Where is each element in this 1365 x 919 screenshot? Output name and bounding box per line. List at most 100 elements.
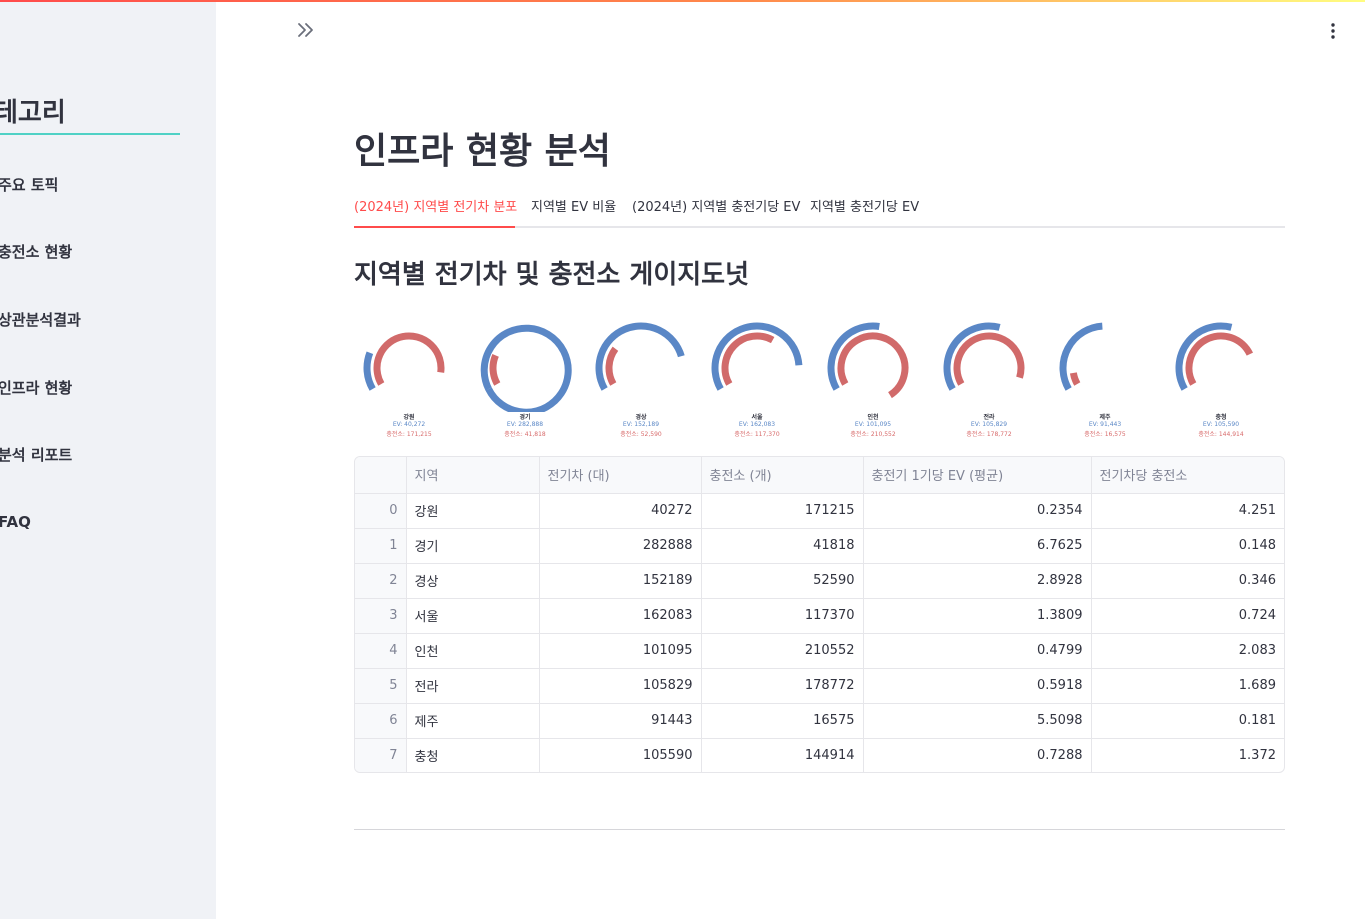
header-charger-per-ev[interactable]: 전기차당 충전소	[1091, 457, 1284, 494]
tab-ev-per-charger-2024[interactable]: (2024년) 지역별 충전기당 EV	[632, 196, 800, 215]
cell-charger-per-ev[interactable]: 0.148	[1091, 528, 1284, 564]
donut-ev-value: EV: 105,829	[970, 421, 1008, 428]
cell-ev-count[interactable]: 105590	[539, 738, 702, 772]
donut-ev-value: EV: 91,443	[1088, 421, 1122, 428]
donut-ev-value: EV: 162,083	[738, 421, 776, 428]
cell-charger-per-ev[interactable]: 1.372	[1091, 738, 1284, 772]
cell-region[interactable]: 전라	[406, 668, 540, 704]
cell-ev-per-charger[interactable]: 2.8928	[863, 563, 1092, 599]
cell-charger-count[interactable]: 144914	[701, 738, 864, 772]
cell-ev-per-charger[interactable]: 5.5098	[863, 703, 1092, 739]
sidebar-title-underline	[0, 133, 180, 135]
cell-charger-per-ev[interactable]: 1.689	[1091, 668, 1284, 704]
cell-charger-count[interactable]: 16575	[701, 703, 864, 739]
cell-charger-per-ev[interactable]: 0.346	[1091, 563, 1284, 599]
table-row: 7 충청 105590 144914 0.7288 1.372	[355, 738, 1284, 772]
table-row: 4 인천 101095 210552 0.4799 2.083	[355, 633, 1284, 669]
donut-label: 인천	[867, 414, 879, 421]
cell-charger-count[interactable]: 117370	[701, 598, 864, 634]
cell-region[interactable]: 충청	[406, 738, 540, 772]
vertical-ellipsis-icon[interactable]	[1324, 20, 1342, 42]
gauge-donut-chart: 강원 EV: 40,272 충전소: 171,215 경기 EV: 282,88…	[354, 318, 1284, 444]
row-index: 2	[355, 563, 407, 599]
table-row: 0 강원 40272 171215 0.2354 4.251	[355, 493, 1284, 529]
header-ev-count[interactable]: 전기차 (대)	[539, 457, 702, 494]
donut-label: 강원	[403, 414, 415, 421]
cell-ev-per-charger[interactable]: 1.3809	[863, 598, 1092, 634]
page-title: 인프라 현황 분석	[354, 131, 611, 172]
sidebar-item-topics[interactable]: 주요 토픽	[0, 174, 58, 195]
cell-ev-count[interactable]: 105829	[539, 668, 702, 704]
donut-jeolla: 전라 EV: 105,829 충전소: 178,772	[934, 318, 1044, 444]
cell-charger-count[interactable]: 41818	[701, 528, 864, 564]
header-charger-count[interactable]: 충전소 (개)	[701, 457, 864, 494]
cell-charger-count[interactable]: 210552	[701, 633, 864, 669]
cell-ev-per-charger[interactable]: 0.7288	[863, 738, 1092, 772]
donut-charger-arc	[953, 332, 1025, 386]
tab-ev-per-charger[interactable]: 지역별 충전기당 EV	[810, 196, 919, 215]
sidebar-item-report[interactable]: 분석 리포트	[0, 444, 72, 465]
cell-ev-per-charger[interactable]: 0.5918	[863, 668, 1092, 704]
cell-charger-per-ev[interactable]: 0.724	[1091, 598, 1284, 634]
sidebar-item-faq[interactable]: FAQ	[0, 513, 31, 531]
donut-charger-arc	[837, 332, 909, 399]
donut-ev-arc	[363, 351, 376, 391]
tab-ev-ratio[interactable]: 지역별 EV 비율	[531, 196, 616, 215]
donut-label: 전라	[983, 414, 995, 421]
row-index: 6	[355, 703, 407, 739]
cell-region[interactable]: 서울	[406, 598, 540, 634]
donut-charger-value: 충전소: 144,914	[1198, 431, 1244, 438]
sidebar-item-correlation[interactable]: 상관분석결과	[0, 309, 81, 330]
cell-region[interactable]: 인천	[406, 633, 540, 669]
sidebar-item-infrastructure[interactable]: 인프라 현황	[0, 377, 72, 398]
donut-gangwon: 강원 EV: 40,272 충전소: 171,215	[354, 318, 464, 444]
donut-charger-arc	[489, 354, 501, 386]
header-ev-per-charger[interactable]: 충전기 1기당 EV (평균)	[863, 457, 1092, 494]
row-index: 4	[355, 633, 407, 669]
double-chevron-right-icon[interactable]	[296, 18, 318, 42]
donut-incheon: 인천 EV: 101,095 충전소: 210,552	[818, 318, 928, 444]
cell-charger-count[interactable]: 52590	[701, 563, 864, 599]
donut-charger-value: 충전소: 171,215	[386, 431, 432, 438]
sidebar-title: 테고리	[0, 98, 66, 128]
donut-label: 충청	[1215, 414, 1227, 421]
cell-ev-count[interactable]: 101095	[539, 633, 702, 669]
donut-label: 제주	[1099, 414, 1111, 421]
donut-charger-arc	[721, 332, 775, 386]
cell-region[interactable]: 제주	[406, 703, 540, 739]
cell-ev-count[interactable]: 162083	[539, 598, 702, 634]
cell-ev-count[interactable]: 91443	[539, 703, 702, 739]
donut-charger-value: 충전소: 178,772	[966, 431, 1012, 438]
cell-charger-per-ev[interactable]: 2.083	[1091, 633, 1284, 669]
cell-ev-count[interactable]: 152189	[539, 563, 702, 599]
header-region[interactable]: 지역	[406, 457, 540, 494]
donut-charger-arc	[373, 332, 445, 386]
cell-charger-per-ev[interactable]: 0.181	[1091, 703, 1284, 739]
region-data-table[interactable]: 지역 전기차 (대) 충전소 (개) 충전기 1기당 EV (평균) 전기차당 …	[354, 456, 1285, 773]
tab-ev-distribution-2024[interactable]: (2024년) 지역별 전기차 분포	[354, 196, 517, 215]
cell-ev-per-charger[interactable]: 0.2354	[863, 493, 1092, 529]
cell-ev-count[interactable]: 282888	[539, 528, 702, 564]
donut-ev-value: EV: 40,272	[392, 421, 426, 428]
cell-region[interactable]: 강원	[406, 493, 540, 529]
donut-chungcheong: 충청 EV: 105,590 충전소: 144,914	[1166, 318, 1276, 444]
cell-ev-per-charger[interactable]: 6.7625	[863, 528, 1092, 564]
cell-charger-per-ev[interactable]: 4.251	[1091, 493, 1284, 529]
cell-region[interactable]: 경상	[406, 563, 540, 599]
cell-region[interactable]: 경기	[406, 528, 540, 564]
sidebar-item-charging-status[interactable]: 충전소 현황	[0, 241, 72, 262]
donut-ev-value: EV: 282,888	[506, 421, 544, 428]
donut-label: 경상	[635, 414, 647, 421]
cell-charger-count[interactable]: 171215	[701, 493, 864, 529]
cell-charger-count[interactable]: 178772	[701, 668, 864, 704]
donut-ev-arc	[480, 324, 572, 412]
donut-charger-value: 충전소: 16,575	[1084, 431, 1126, 438]
active-tab-indicator	[354, 226, 515, 228]
row-index: 0	[355, 493, 407, 529]
section-title: 지역별 전기차 및 충전소 게이지도넛	[354, 260, 750, 290]
bottom-divider	[354, 829, 1285, 830]
cell-ev-count[interactable]: 40272	[539, 493, 702, 529]
cell-ev-per-charger[interactable]: 0.4799	[863, 633, 1092, 669]
row-index: 3	[355, 598, 407, 634]
donut-seoul: 서울 EV: 162,083 충전소: 117,370	[702, 318, 812, 444]
